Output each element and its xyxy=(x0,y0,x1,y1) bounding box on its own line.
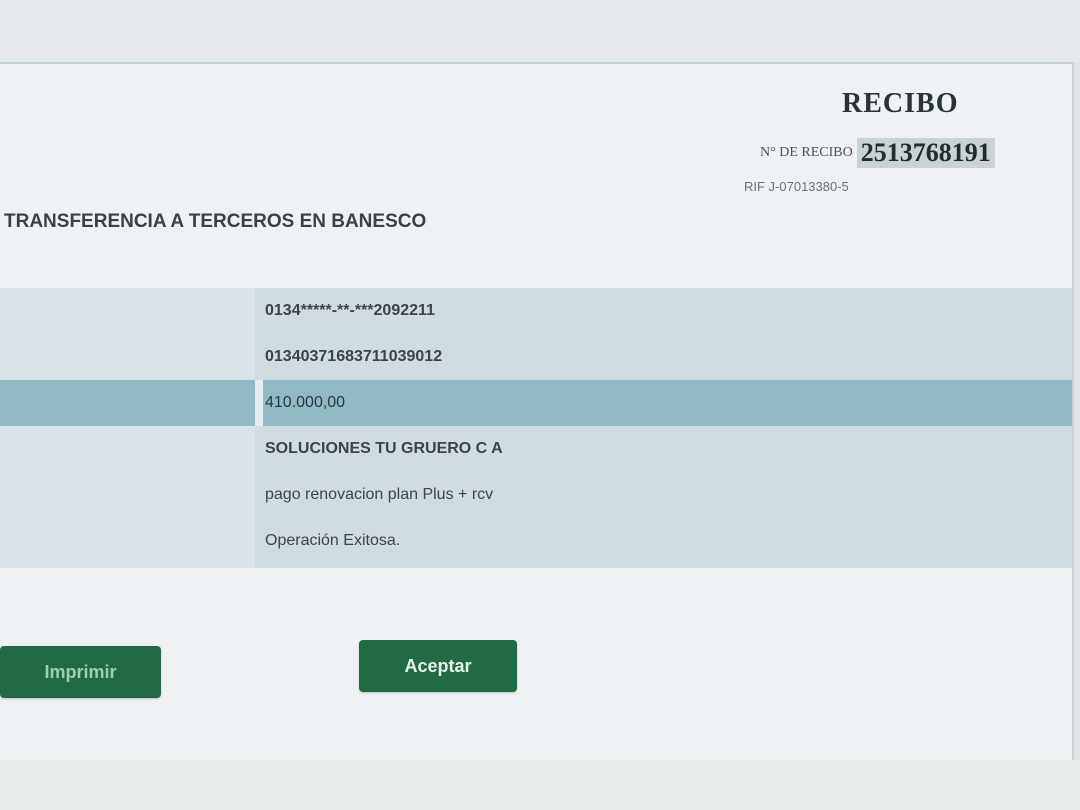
status-row: Operación Exitosa. xyxy=(0,518,1072,564)
print-button[interactable]: Imprimir xyxy=(0,646,161,698)
receipt-number-label: N° DE RECIBO xyxy=(760,145,853,160)
page-bottom-area xyxy=(0,760,1080,810)
concept-row: pago renovacion plan Plus + rcv xyxy=(0,472,1072,518)
destination-account-row: 01340371683711039012 xyxy=(0,334,1072,380)
receipt-number-row: N° DE RECIBO 2513768191 xyxy=(760,136,995,170)
amount-row-divider xyxy=(255,380,263,426)
source-account-value: 0134*****-**-***2092211 xyxy=(265,302,435,319)
destination-account-value: 01340371683711039012 xyxy=(265,348,443,365)
receipt-number-value: 2513768191 xyxy=(856,138,995,168)
receipt-title: RECIBO xyxy=(842,88,959,119)
concept-value: pago renovacion plan Plus + rcv xyxy=(265,486,494,503)
beneficiary-row: SOLUCIONES TU GRUERO C A xyxy=(0,426,1072,472)
browser-top-area xyxy=(0,0,1080,62)
amount-value: 410.000,00 xyxy=(265,394,346,411)
rif-number: RIF J-07013380-5 xyxy=(744,179,849,194)
status-value: Operación Exitosa. xyxy=(265,532,401,549)
amount-row: 410.000,00 xyxy=(0,380,1072,426)
accept-button[interactable]: Aceptar xyxy=(359,640,517,692)
operation-title: TRANSFERENCIA A TERCEROS EN BANESCO xyxy=(4,211,427,232)
transaction-details-table: 0134*****-**-***2092211 0134037168371103… xyxy=(0,288,1072,568)
source-account-row: 0134*****-**-***2092211 xyxy=(0,288,1072,334)
beneficiary-value: SOLUCIONES TU GRUERO C A xyxy=(265,440,503,457)
